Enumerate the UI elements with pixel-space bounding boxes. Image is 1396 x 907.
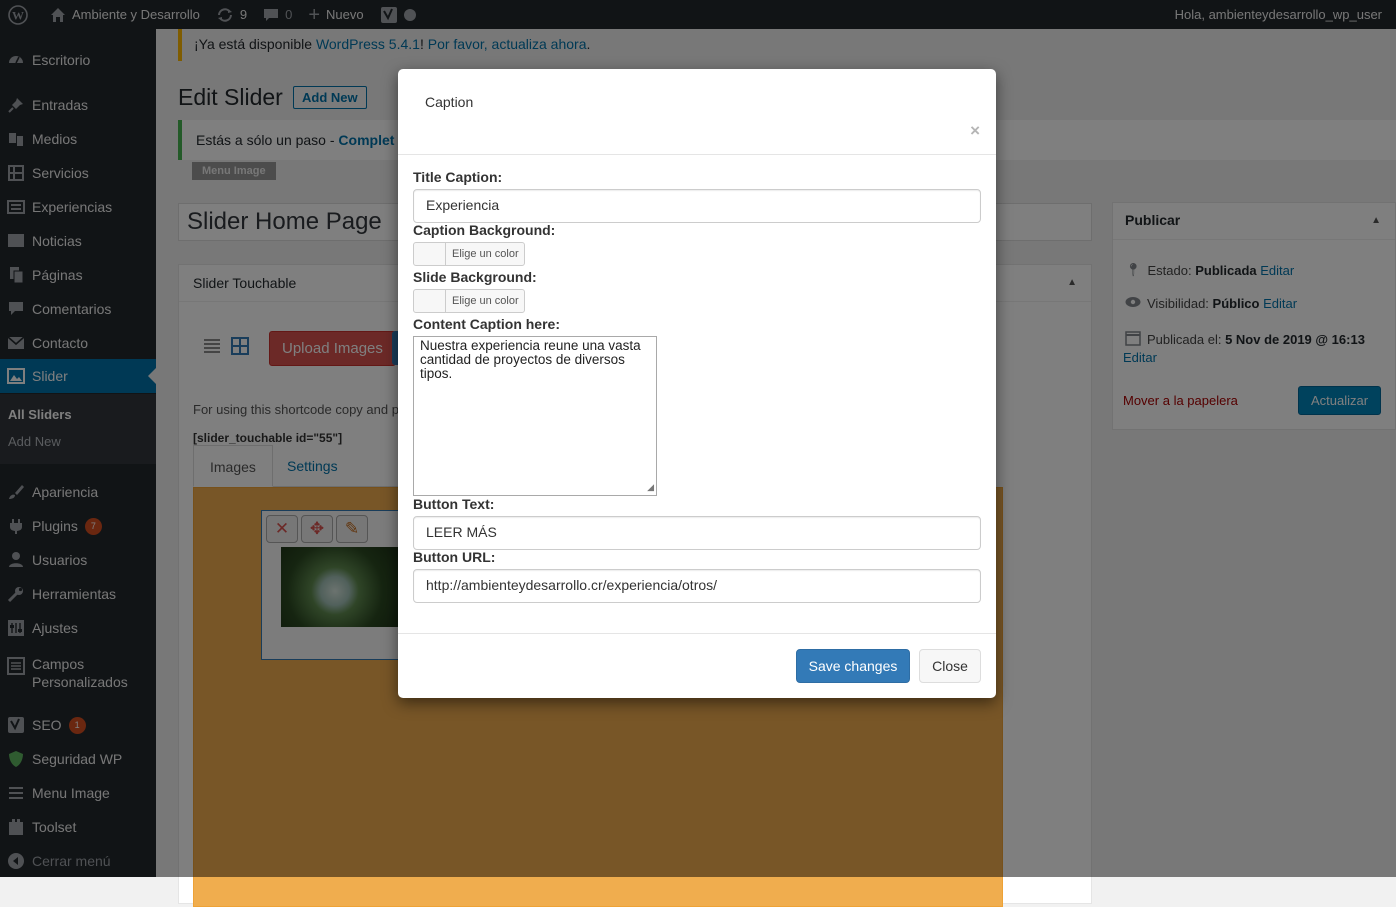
color-swatch	[414, 290, 446, 312]
button-text-label: Button Text:	[413, 496, 495, 512]
caption-modal: Caption × Title Caption: Experiencia Cap…	[398, 69, 996, 698]
close-icon[interactable]: ×	[970, 121, 980, 141]
caption-background-color-picker[interactable]: Elige un color	[413, 242, 525, 266]
color-button-label: Elige un color	[452, 295, 519, 307]
button-text-input[interactable]: LEER MÁS	[413, 516, 981, 550]
content-caption-textarea[interactable]: Nuestra experiencia reune una vasta cant…	[413, 336, 657, 496]
close-button[interactable]: Close	[919, 649, 981, 683]
color-button-label: Elige un color	[452, 248, 519, 260]
content-caption-label: Content Caption here:	[413, 316, 560, 332]
button-url-input[interactable]: http://ambienteydesarrollo.cr/experienci…	[413, 569, 981, 603]
title-caption-input[interactable]: Experiencia	[413, 189, 981, 223]
save-changes-button[interactable]: Save changes	[796, 649, 910, 683]
button-url-label: Button URL:	[413, 549, 496, 565]
resize-grip-icon[interactable]: ◢	[647, 480, 654, 494]
modal-title: Caption	[425, 94, 474, 110]
content-caption-text: Nuestra experiencia reune una vasta cant…	[420, 338, 641, 381]
caption-background-label: Caption Background:	[413, 222, 556, 238]
color-swatch	[414, 243, 446, 265]
slide-background-label: Slide Background:	[413, 269, 537, 285]
modal-header: Caption ×	[398, 69, 996, 155]
title-caption-label: Title Caption:	[413, 169, 503, 185]
slide-background-color-picker[interactable]: Elige un color	[413, 289, 525, 313]
